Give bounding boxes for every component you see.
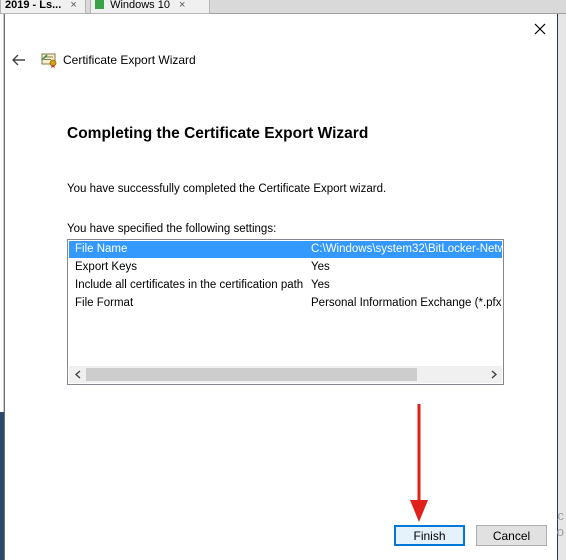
setting-name: File Format: [75, 297, 134, 309]
finish-button[interactable]: Finish: [394, 525, 465, 546]
vm-icon: [95, 0, 104, 9]
setting-name: Export Keys: [75, 261, 137, 273]
host-window-edge-right: [558, 14, 566, 560]
host-tab-label: 2019 - Ls...: [5, 0, 62, 11]
wizard-header: Certificate Export Wizard: [5, 48, 557, 72]
setting-name: Include all certificates in the certific…: [75, 279, 304, 291]
annotation-arrow-icon: [410, 404, 428, 522]
settings-row-export-keys[interactable]: Export Keys Yes: [69, 259, 502, 276]
setting-value: Yes: [311, 261, 330, 273]
settings-row-file-format[interactable]: File Format Personal Information Exchang…: [69, 295, 502, 312]
scroll-left-button[interactable]: [69, 366, 86, 383]
host-tab-server[interactable]: 2019 - Ls... ×: [0, 0, 86, 14]
back-button[interactable]: [10, 51, 28, 69]
host-tab-strip: 2019 - Ls... × Windows 10 ×: [0, 0, 566, 14]
success-message: You have successfully completed the Cert…: [67, 183, 387, 195]
host-tab-close-icon[interactable]: ×: [70, 0, 76, 11]
setting-value: C:\Windows\system32\BitLocker-Netw: [311, 243, 502, 255]
certificate-icon: [41, 53, 57, 68]
scrollbar-thumb[interactable]: [86, 368, 417, 381]
host-tab-label: Windows 10: [110, 0, 170, 11]
chevron-right-icon: [491, 370, 497, 379]
settings-row-file-name[interactable]: File Name C:\Windows\system32\BitLocker-…: [69, 241, 502, 258]
close-icon: [534, 23, 546, 35]
settings-list[interactable]: File Name C:\Windows\system32\BitLocker-…: [67, 239, 504, 385]
scroll-right-button[interactable]: [485, 366, 502, 383]
chevron-left-icon: [74, 370, 80, 379]
settings-label: You have specified the following setting…: [67, 223, 277, 235]
close-button[interactable]: [523, 14, 557, 44]
horizontal-scrollbar[interactable]: [69, 366, 502, 383]
settings-row-include-certificates[interactable]: Include all certificates in the certific…: [69, 277, 502, 294]
host-tab-close-icon[interactable]: ×: [179, 0, 185, 11]
setting-value: Yes: [311, 279, 330, 291]
cancel-button[interactable]: Cancel: [476, 525, 547, 546]
certificate-export-wizard-dialog: Certificate Export Wizard Completing the…: [4, 14, 557, 560]
page-heading: Completing the Certificate Export Wizard: [67, 125, 369, 142]
wizard-title: Certificate Export Wizard: [63, 53, 196, 67]
host-tab-windows10[interactable]: Windows 10 ×: [90, 0, 210, 14]
setting-value: Personal Information Exchange (*.pfx): [311, 297, 502, 309]
setting-name: File Name: [75, 243, 128, 255]
back-arrow-icon: [12, 54, 25, 66]
